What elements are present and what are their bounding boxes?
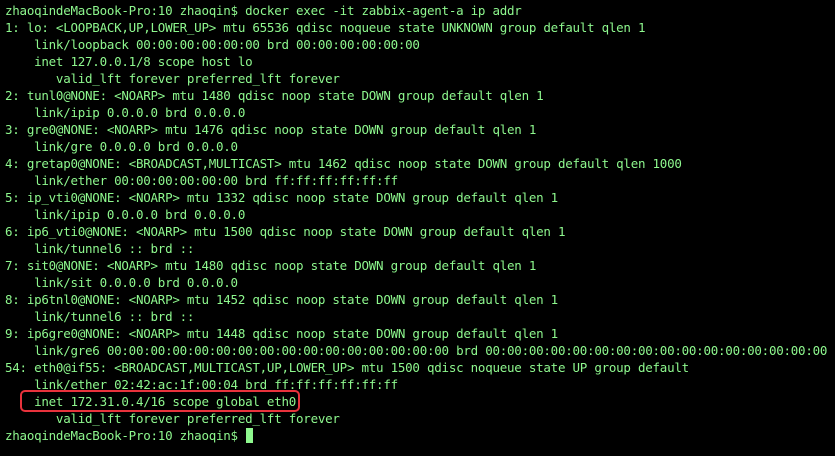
terminal-line: link/tunnel6 :: brd :: bbox=[5, 309, 195, 324]
terminal-line: 1: lo: <LOOPBACK,UP,LOWER_UP> mtu 65536 … bbox=[5, 20, 646, 35]
text-cursor bbox=[246, 428, 254, 443]
terminal-output: zhaoqindeMacBook-Pro:10 zhaoqin$ docker … bbox=[5, 2, 835, 444]
terminal-line: link/ether 02:42:ac:1f:00:04 brd ff:ff:f… bbox=[5, 377, 398, 392]
terminal-line: link/gre 0.0.0.0 brd 0.0.0.0 bbox=[5, 139, 238, 154]
terminal-line: 8: ip6tnl0@NONE: <NOARP> mtu 1452 qdisc … bbox=[5, 292, 558, 307]
terminal-line: link/ipip 0.0.0.0 brd 0.0.0.0 bbox=[5, 207, 246, 222]
terminal-line-command: zhaoqindeMacBook-Pro:10 zhaoqin$ docker … bbox=[5, 3, 522, 18]
terminal-line: valid_lft forever preferred_lft forever bbox=[5, 71, 340, 86]
terminal-line: link/gre6 00:00:00:00:00:00:00:00:00:00:… bbox=[5, 343, 828, 358]
terminal-line: 3: gre0@NONE: <NOARP> mtu 1476 qdisc noo… bbox=[5, 122, 537, 137]
terminal-line: link/loopback 00:00:00:00:00:00 brd 00:0… bbox=[5, 37, 420, 52]
terminal-line: 5: ip_vti0@NONE: <NOARP> mtu 1332 qdisc … bbox=[5, 190, 558, 205]
terminal-line: 54: eth0@if55: <BROADCAST,MULTICAST,UP,L… bbox=[5, 360, 689, 375]
terminal-line: link/ether 00:00:00:00:00:00 brd ff:ff:f… bbox=[5, 173, 398, 188]
terminal-line: 7: sit0@NONE: <NOARP> mtu 1480 qdisc noo… bbox=[5, 258, 537, 273]
terminal-line: 2: tunl0@NONE: <NOARP> mtu 1480 qdisc no… bbox=[5, 88, 544, 103]
terminal-window[interactable]: zhaoqindeMacBook-Pro:10 zhaoqin$ docker … bbox=[0, 0, 835, 456]
terminal-line: 4: gretap0@NONE: <BROADCAST,MULTICAST> m… bbox=[5, 156, 682, 171]
terminal-prompt: zhaoqindeMacBook-Pro:10 zhaoqin$ bbox=[5, 428, 246, 443]
terminal-line-eth0-inet: inet 172.31.0.4/16 scope global eth0 bbox=[5, 394, 297, 409]
terminal-line: link/sit 0.0.0.0 brd 0.0.0.0 bbox=[5, 275, 238, 290]
terminal-line: link/tunnel6 :: brd :: bbox=[5, 241, 195, 256]
terminal-line: 6: ip6_vti0@NONE: <NOARP> mtu 1500 qdisc… bbox=[5, 224, 566, 239]
terminal-prompt-line[interactable]: zhaoqindeMacBook-Pro:10 zhaoqin$ bbox=[5, 427, 835, 444]
terminal-line: valid_lft forever preferred_lft forever bbox=[5, 411, 340, 426]
terminal-line: 9: ip6gre0@NONE: <NOARP> mtu 1448 qdisc … bbox=[5, 326, 558, 341]
terminal-line: inet 127.0.0.1/8 scope host lo bbox=[5, 54, 253, 69]
terminal-line: link/ipip 0.0.0.0 brd 0.0.0.0 bbox=[5, 105, 246, 120]
